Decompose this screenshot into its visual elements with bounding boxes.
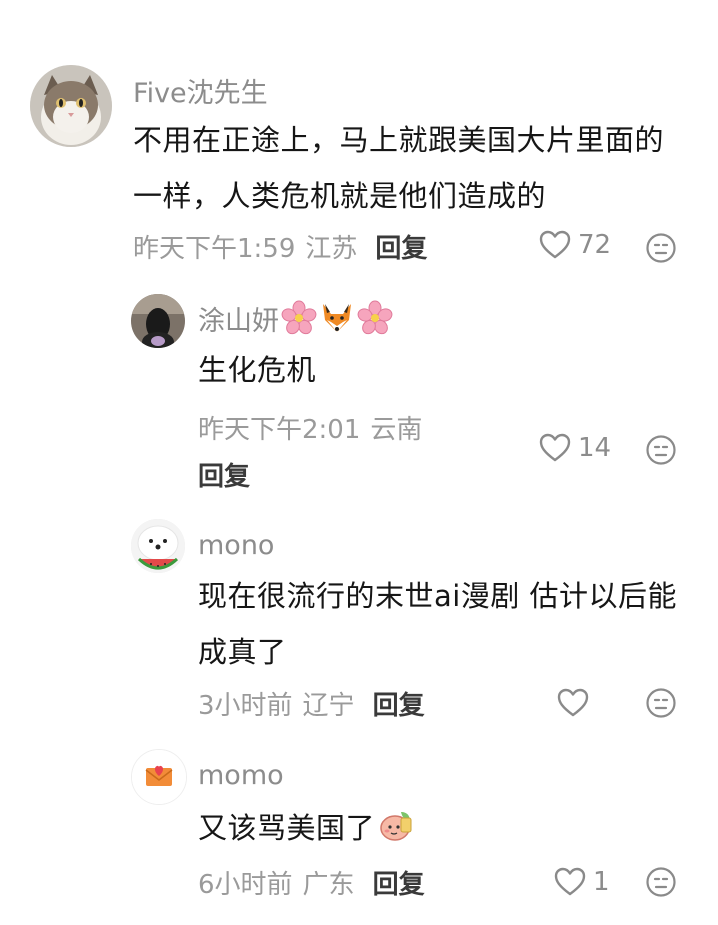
dislike-face-icon [646, 233, 676, 263]
peach-character-sticker-icon [377, 806, 415, 844]
timestamp: 昨天下午1:59 [133, 233, 296, 264]
location: 广东 [302, 869, 355, 900]
reply-button[interactable]: 回复 [373, 685, 425, 722]
avatar[interactable] [30, 65, 112, 147]
comment-text: 现在很流行的末世ai漫剧 估计以后能成真了 [198, 579, 678, 669]
avatar[interactable] [131, 519, 185, 573]
comment-text-content: 又该骂美国了 [198, 811, 376, 845]
reply-button[interactable]: 回复 [198, 456, 250, 493]
like-button[interactable] [556, 686, 590, 720]
cat-avatar-icon [30, 65, 112, 147]
username[interactable]: momo [198, 755, 284, 795]
dislike-button[interactable] [645, 687, 677, 719]
dislike-face-icon [646, 435, 676, 465]
username-text: mono [198, 529, 275, 561]
reply-item: 涂山妍 生化危机 昨天下午2:01 云南 回复 14 [0, 290, 718, 500]
timestamp: 昨天下午2:01 [198, 414, 361, 445]
heart-icon [554, 867, 586, 896]
username[interactable]: mono [198, 525, 274, 565]
dark-portrait-avatar-icon [131, 294, 185, 348]
like-count: 14 [578, 433, 612, 463]
like-button[interactable]: 14 [538, 431, 611, 465]
dislike-button[interactable] [645, 866, 677, 898]
comment-text: 又该骂美国了 [198, 800, 678, 856]
location: 辽宁 [302, 690, 355, 721]
reply-button[interactable]: 回复 [375, 228, 427, 265]
avatar[interactable] [131, 749, 187, 805]
cherry-blossom-icon [357, 300, 393, 336]
comment-meta: 3小时前 辽宁 回复 [198, 683, 425, 723]
username[interactable]: Five沈先生 [133, 70, 268, 110]
dislike-button[interactable] [645, 434, 677, 466]
comment-text: 不用在正途上，马上就跟美国大片里面的一样，人类危机就是他们造成的 [133, 123, 665, 213]
comment-meta: 昨天下午2:01 云南 [198, 407, 422, 447]
comment-meta: 6小时前 广东 回复 [198, 862, 425, 902]
location: 江苏 [305, 233, 358, 264]
timestamp: 3小时前 [198, 690, 293, 721]
reply-button[interactable]: 回复 [373, 864, 425, 901]
reply-item: momo 又该骂美国了 6小时前 广东 回复 1 [0, 745, 718, 915]
avatar[interactable] [131, 294, 185, 348]
username-text: Five沈先生 [133, 77, 268, 109]
dislike-face-icon [646, 867, 676, 897]
like-button[interactable]: 1 [553, 865, 610, 899]
like-count: 1 [593, 867, 610, 897]
heart-icon [557, 688, 589, 717]
username-text: 涂山妍 [198, 305, 279, 337]
like-count: 72 [578, 230, 612, 260]
username[interactable]: 涂山妍 [198, 298, 393, 338]
dislike-face-icon [646, 688, 676, 718]
dislike-button[interactable] [645, 232, 677, 264]
envelope-heart-avatar-icon [132, 750, 186, 804]
timestamp: 6小时前 [198, 869, 293, 900]
dog-watermelon-avatar-icon [131, 519, 185, 573]
comment-meta: 昨天下午1:59 江苏 回复 [133, 226, 427, 266]
like-button[interactable]: 72 [538, 228, 611, 262]
cherry-blossom-icon [281, 300, 317, 336]
comment-item: Five沈先生 不用在正途上，马上就跟美国大片里面的一样，人类危机就是他们造成的… [0, 0, 718, 290]
fox-icon [319, 300, 355, 336]
heart-icon [539, 433, 571, 462]
location: 云南 [370, 414, 423, 445]
username-text: momo [198, 759, 284, 791]
heart-icon [539, 230, 571, 259]
comment-text: 生化危机 [198, 353, 317, 387]
reply-item: mono 现在很流行的末世ai漫剧 估计以后能成真了 3小时前 辽宁 回复 [0, 515, 718, 740]
